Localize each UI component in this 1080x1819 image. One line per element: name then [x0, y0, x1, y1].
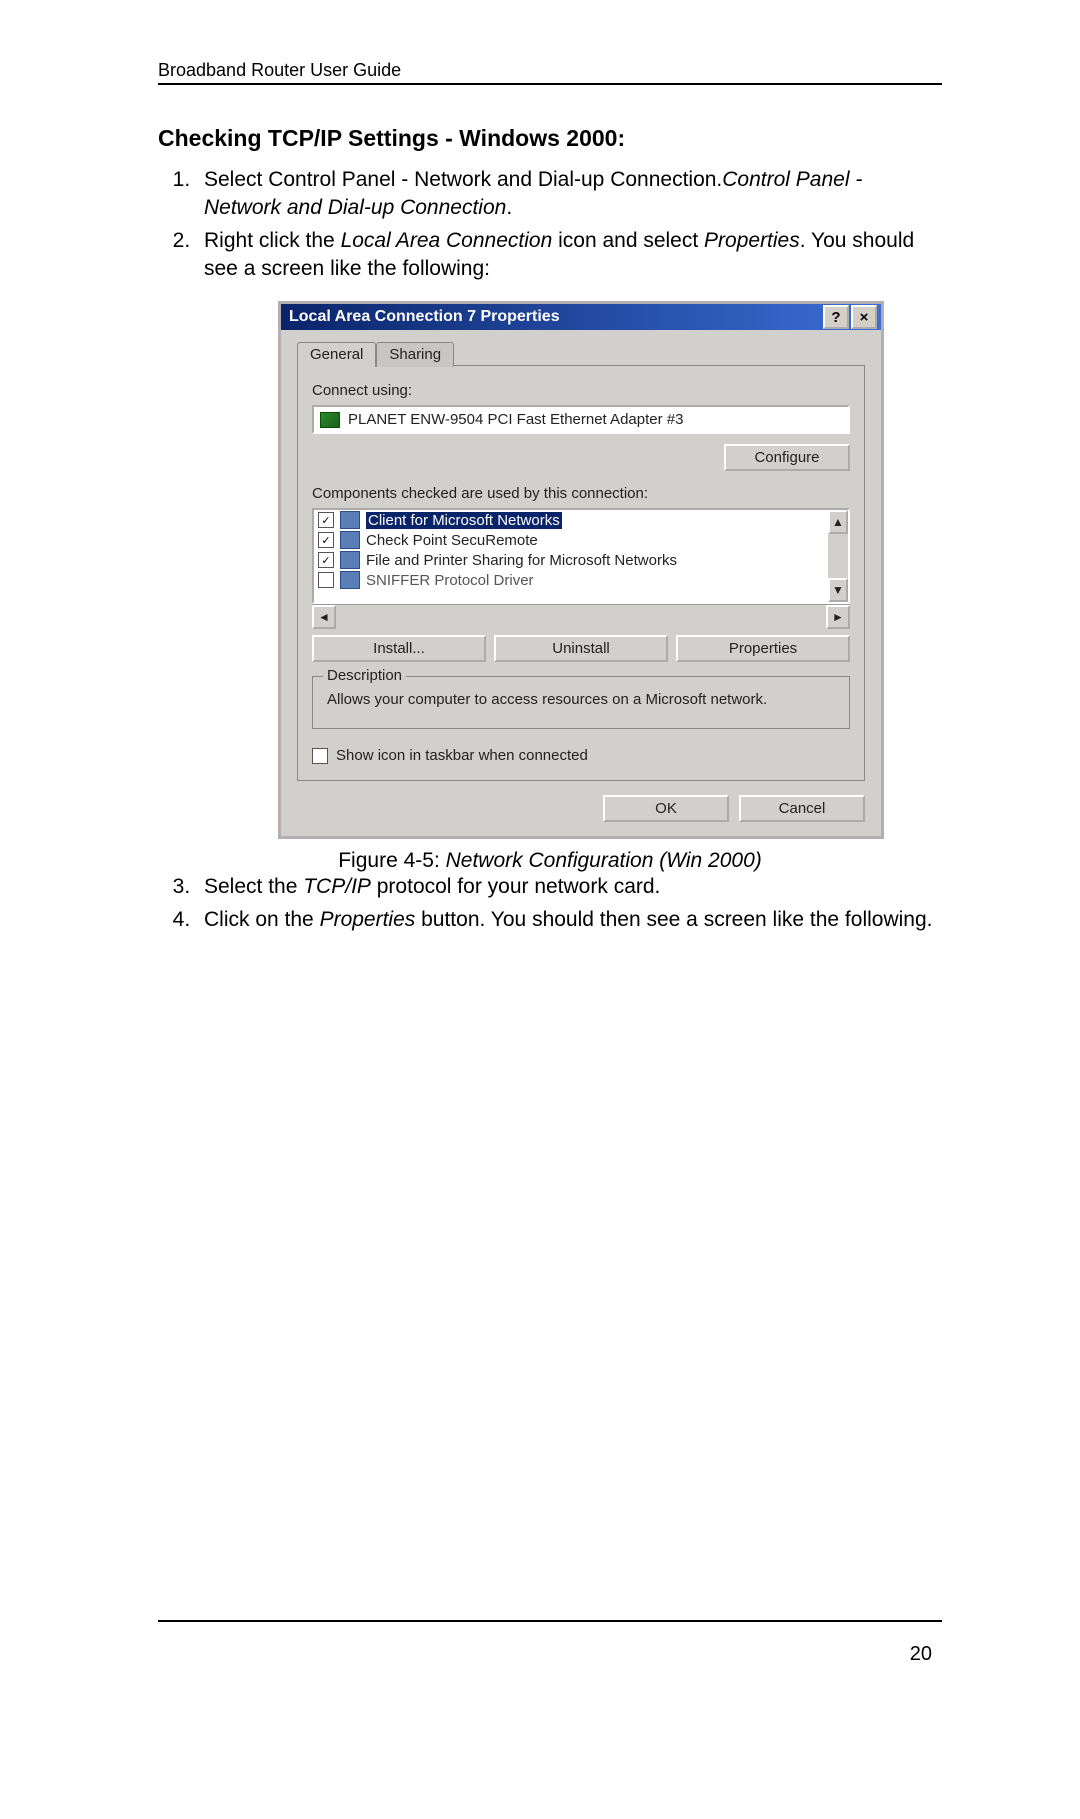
show-icon-label: Show icon in taskbar when connected [336, 747, 588, 764]
scroll-right-icon[interactable]: ► [826, 605, 850, 629]
tab-sharing[interactable]: Sharing [376, 342, 454, 367]
install-button[interactable]: Install... [312, 635, 486, 662]
properties-button[interactable]: Properties [676, 635, 850, 662]
step-4: Click on the Properties button. You shou… [196, 906, 942, 934]
checkbox-icon[interactable] [312, 748, 328, 764]
description-text: Allows your computer to access resources… [325, 687, 837, 712]
cancel-button[interactable]: Cancel [739, 795, 865, 822]
step-1: Select Control Panel - Network and Dial-… [196, 166, 942, 223]
figure-container: Local Area Connection 7 Properties ? × G… [278, 301, 942, 839]
checkbox-icon[interactable]: ✓ [318, 512, 334, 528]
adapter-name: PLANET ENW-9504 PCI Fast Ethernet Adapte… [348, 411, 683, 428]
component-icon [340, 531, 360, 549]
list-item-sniffer[interactable]: SNIFFER Protocol Driver [314, 570, 848, 590]
component-icon [340, 571, 360, 589]
titlebar: Local Area Connection 7 Properties ? × [281, 304, 881, 330]
page-number: 20 [910, 1643, 932, 1666]
section-title: Checking TCP/IP Settings - Windows 2000: [158, 125, 942, 152]
adapter-field[interactable]: PLANET ENW-9504 PCI Fast Ethernet Adapte… [312, 405, 850, 434]
checkbox-icon[interactable] [318, 572, 334, 588]
checkbox-icon[interactable]: ✓ [318, 532, 334, 548]
list-item-securemote[interactable]: ✓ Check Point SecuRemote [314, 530, 848, 550]
close-button[interactable]: × [851, 305, 877, 329]
vertical-scrollbar[interactable]: ▲ ▼ [828, 510, 848, 602]
scroll-down-icon[interactable]: ▼ [828, 578, 848, 602]
scroll-left-icon[interactable]: ◄ [312, 605, 336, 629]
list-item-client[interactable]: ✓ Client for Microsoft Networks [314, 510, 848, 530]
description-legend: Description [323, 667, 406, 684]
nic-icon [320, 412, 340, 428]
list-item-file-printer[interactable]: ✓ File and Printer Sharing for Microsoft… [314, 550, 848, 570]
help-button[interactable]: ? [823, 305, 849, 329]
list-item-label: Check Point SecuRemote [366, 532, 538, 549]
component-icon [340, 551, 360, 569]
scroll-up-icon[interactable]: ▲ [828, 510, 848, 534]
component-icon [340, 511, 360, 529]
dialog-title: Local Area Connection 7 Properties [289, 308, 821, 326]
document-header: Broadband Router User Guide [158, 60, 942, 81]
ok-button[interactable]: OK [603, 795, 729, 822]
step-3: Select the TCP/IP protocol for your netw… [196, 873, 942, 901]
list-item-label: Client for Microsoft Networks [366, 512, 562, 529]
step-2: Right click the Local Area Connection ic… [196, 227, 942, 284]
components-label: Components checked are used by this conn… [312, 485, 850, 502]
horizontal-scrollbar[interactable]: ◄ ► [312, 604, 850, 625]
components-listbox[interactable]: ✓ Client for Microsoft Networks ✓ Check … [312, 508, 850, 604]
header-rule [158, 83, 942, 85]
checkbox-icon[interactable]: ✓ [318, 552, 334, 568]
show-icon-checkbox[interactable]: Show icon in taskbar when connected [312, 747, 850, 764]
description-groupbox: Description Allows your computer to acce… [312, 676, 850, 729]
connect-using-label: Connect using: [312, 382, 850, 399]
list-item-label: SNIFFER Protocol Driver [366, 572, 534, 589]
tab-general[interactable]: General [297, 342, 376, 367]
properties-dialog: Local Area Connection 7 Properties ? × G… [278, 301, 884, 839]
list-item-label: File and Printer Sharing for Microsoft N… [366, 552, 677, 569]
configure-button[interactable]: Configure [724, 444, 850, 471]
figure-caption: Figure 4-5: Network Configuration (Win 2… [158, 849, 942, 873]
footer-rule [158, 1620, 942, 1622]
uninstall-button[interactable]: Uninstall [494, 635, 668, 662]
